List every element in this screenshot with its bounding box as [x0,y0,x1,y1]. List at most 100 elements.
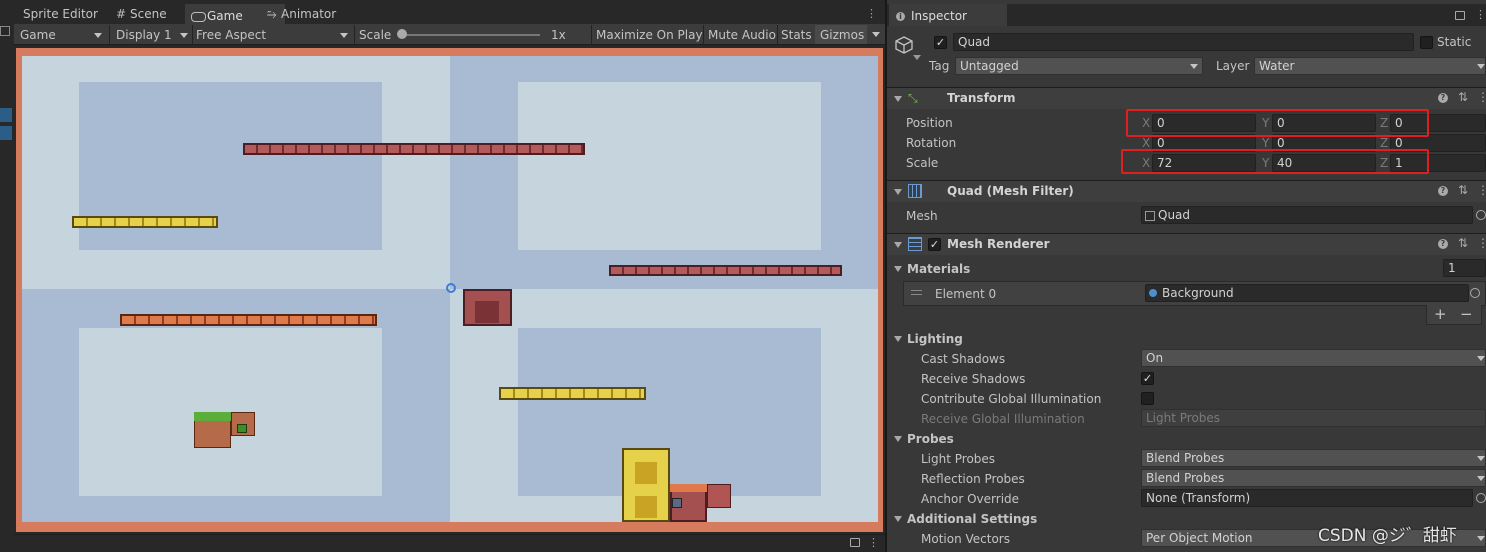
scale-slider-track[interactable] [400,34,540,36]
platform-gold-left [72,216,218,228]
layer-select-value: Water [1259,59,1295,73]
probes-fold-icon[interactable] [894,436,902,442]
mesh-filter-fold-icon[interactable] [894,189,902,195]
material-icon [1149,289,1157,297]
motion-vectors-caret-icon [1477,536,1485,541]
anchor-picker-icon[interactable] [1476,493,1486,503]
tab-scene[interactable]: # Scene [112,4,173,24]
element-picker-icon[interactable] [1470,288,1480,298]
preset-icon[interactable]: ⇅ [1458,90,1468,104]
contribute-gi-checkbox[interactable] [1141,392,1154,405]
toolbar-divider [354,25,355,44]
mute-audio-button[interactable]: Mute Audio [708,26,776,44]
brick-ledge-top [670,484,707,492]
brick-ledge-right [707,484,731,508]
component-menu-icon[interactable]: ⋮ [1477,90,1486,104]
cast-shadows-value: On [1146,351,1164,365]
aspect-select[interactable]: Free Aspect [196,26,350,44]
game-panel-menu-icon[interactable]: ⋮ [866,8,878,21]
cloud-block-tr [518,82,821,250]
object-active-checkbox[interactable]: ✓ [934,36,947,49]
remove-element-button[interactable]: − [1460,305,1473,323]
toolbar-divider [591,25,592,44]
view-select[interactable]: Game [20,26,104,44]
toolbar-divider [703,25,704,44]
object-icon-caret[interactable] [913,55,921,60]
gizmos-caret-icon[interactable] [872,32,880,37]
preset-icon[interactable]: ⇅ [1458,183,1468,197]
mesh-filter-title: Quad (Mesh Filter) [947,184,1074,198]
mesh-renderer-enabled-checkbox[interactable]: ✓ [928,238,941,251]
tab-animator[interactable]: ⥲ Animator [263,4,342,24]
tab-inspector[interactable]: i Inspector [889,4,1007,26]
game-view-bottom-bar [14,534,885,552]
inspector-menu-icon[interactable]: ⋮ [1475,8,1486,21]
view-select-caret-icon [94,33,102,38]
materials-count-field[interactable]: 1 [1443,259,1486,277]
display-select[interactable]: Display 1 [116,26,190,44]
mesh-filter-header[interactable]: Quad (Mesh Filter) ? ⇅ ⋮ [887,180,1486,202]
object-name-field[interactable]: Quad [953,33,1414,51]
toolbar-divider [777,25,778,44]
display-select-caret-icon [180,33,188,38]
light-probes-select[interactable]: Blend Probes [1141,449,1486,467]
tab-sprite-editor[interactable]: Sprite Editor [17,4,104,24]
gizmos-button[interactable]: Gizmos [820,26,864,44]
stats-button[interactable]: Stats [781,26,812,44]
static-checkbox[interactable] [1420,36,1433,49]
mesh-renderer-fold-icon[interactable] [894,242,902,248]
left-strip-selection [0,108,12,122]
mesh-filter-icon [908,184,922,198]
tag-select[interactable]: Untagged [955,57,1203,75]
left-strip-icon[interactable] [0,26,10,36]
platform-brick-top [243,143,585,155]
transform-header[interactable]: ⤡ Transform ? ⇅ ⋮ [887,87,1486,109]
brick-block-center-inner [475,301,499,323]
additional-fold-icon[interactable] [894,516,902,522]
tab-inspector-label: Inspector [911,9,967,23]
receive-shadows-checkbox[interactable]: ✓ [1141,372,1154,385]
lighting-fold-icon[interactable] [894,336,902,342]
cast-shadows-label: Cast Shadows [921,352,1006,366]
layer-select[interactable]: Water [1254,57,1486,75]
reflection-probes-caret-icon [1477,476,1485,481]
scale-highlight-box [1121,149,1429,174]
gold-tower-core [635,462,657,484]
element-0-field[interactable]: Background [1145,284,1469,302]
tag-select-caret-icon [1190,64,1198,69]
transform-fold-icon[interactable] [894,96,902,102]
anchor-override-field[interactable]: None (Transform) [1141,489,1473,507]
mesh-picker-icon[interactable] [1476,210,1486,220]
maximize-on-play-button[interactable]: Maximize On Play [596,26,703,44]
scale-label: Scale [906,156,939,170]
camera-gizmo-icon [446,283,456,293]
help-icon[interactable]: ? [1438,186,1448,196]
reflection-probes-select[interactable]: Blend Probes [1141,469,1486,487]
add-element-button[interactable]: + [1434,305,1447,323]
position-label: Position [906,116,953,130]
left-strip-selection-2 [0,126,12,140]
view-select-value: Game [20,28,56,42]
help-icon[interactable]: ? [1438,239,1448,249]
preset-icon[interactable]: ⇅ [1458,236,1468,250]
light-probes-caret-icon [1477,456,1485,461]
gold-tower-core-2 [635,496,657,518]
mesh-object-field[interactable]: Quad [1141,206,1473,224]
light-probes-value: Blend Probes [1146,451,1225,465]
platform-brick-right [609,265,842,276]
lock-icon[interactable] [850,538,860,547]
scale-slider-thumb[interactable] [397,29,407,39]
materials-fold-icon[interactable] [894,266,902,272]
mesh-label: Mesh [906,209,938,223]
component-menu-icon[interactable]: ⋮ [1477,236,1486,250]
tab-animator-label: Animator [281,7,337,21]
cast-shadows-select[interactable]: On [1141,349,1486,367]
tab-game-label: Game [207,9,243,23]
help-icon[interactable]: ? [1438,93,1448,103]
bottom-menu-icon[interactable]: ⋮ [868,536,880,549]
mesh-renderer-header[interactable]: ✓ Mesh Renderer ? ⇅ ⋮ [887,233,1486,255]
drag-handle-icon[interactable] [911,290,922,295]
rotation-y-axis: Y [1262,136,1270,150]
inspector-lock-icon[interactable] [1455,11,1465,20]
component-menu-icon[interactable]: ⋮ [1477,183,1486,197]
